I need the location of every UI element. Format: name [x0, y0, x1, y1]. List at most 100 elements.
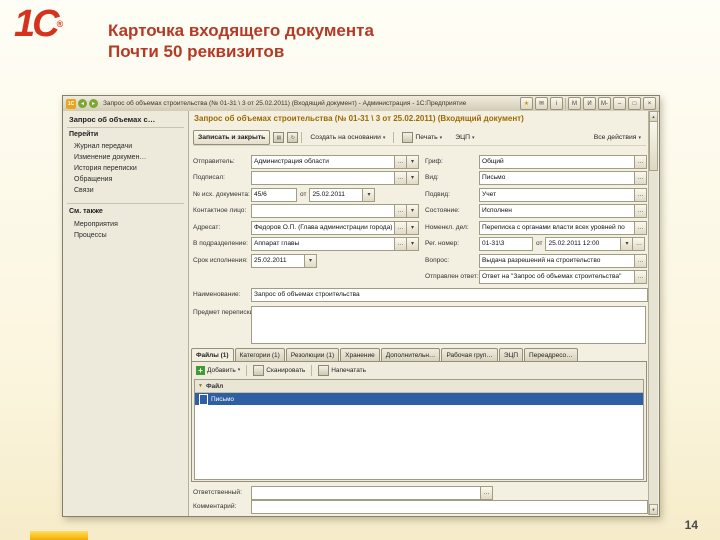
name-input[interactable]: Запрос об объемах строительства	[251, 287, 648, 302]
sender-row: Отправитель: Администрация области … ▾	[193, 154, 419, 169]
dropdown-button[interactable]: ▾	[407, 203, 419, 218]
scroll-down-button[interactable]: ▼	[649, 504, 658, 515]
kind-input[interactable]: Письмо	[479, 170, 635, 185]
sidebar-item-correspondence-history[interactable]: История переписки	[74, 165, 137, 172]
back-icon[interactable]: ◂	[78, 99, 87, 108]
signed-by-input[interactable]	[251, 170, 395, 185]
create-based-on-button[interactable]: Создать на основании ▾	[305, 130, 390, 145]
files-grid-header[interactable]: ▼ Файл	[195, 380, 643, 393]
sidebar-item-links[interactable]: Связи	[74, 187, 94, 194]
signature-button[interactable]: ЭЦП ▾	[450, 130, 479, 145]
subject-input[interactable]	[251, 306, 646, 344]
vertical-scrollbar[interactable]: ▲ ▼	[648, 111, 658, 515]
select-button[interactable]: …	[395, 236, 407, 251]
scan-button[interactable]: Сканировать	[251, 364, 307, 376]
window-titlebar[interactable]: 1С ◂ ▸ Запрос об объемах строительства (…	[63, 96, 659, 112]
state-input[interactable]: Исполнен	[479, 203, 635, 218]
print-file-button[interactable]: Напечатать	[316, 364, 368, 376]
select-button[interactable]: …	[635, 253, 647, 268]
sidebar-item-events[interactable]: Мероприятия	[74, 221, 118, 228]
question-input[interactable]: Выдача разрешений на строительство	[479, 253, 635, 268]
comment-input[interactable]	[251, 499, 648, 514]
select-button[interactable]: …	[633, 236, 646, 251]
tab-additional[interactable]: Дополнительн…	[380, 348, 441, 361]
reply-sent-input[interactable]: Ответ на "Запрос об объемах строительств…	[479, 269, 635, 284]
file-row[interactable]: Письмо	[195, 393, 643, 405]
tab-resolutions[interactable]: Резолюции (1)	[285, 348, 340, 361]
select-button[interactable]: …	[635, 203, 647, 218]
question-label: Вопрос:	[425, 257, 450, 264]
classification-input[interactable]: Общий	[479, 154, 635, 169]
tab-working-group[interactable]: Рабочая груп…	[441, 348, 498, 361]
outgoing-number-label: № исх. документа:	[193, 191, 250, 198]
responsible-input[interactable]	[251, 485, 481, 500]
calendar-dropdown-button[interactable]: ▾	[621, 236, 634, 251]
calendar-dropdown-button[interactable]: ▾	[305, 253, 317, 268]
dropdown-button[interactable]: ▾	[407, 154, 419, 169]
tab-storage[interactable]: Хранение	[340, 348, 380, 361]
logo-text: 1С	[14, 3, 60, 45]
dropdown-button[interactable]: ▾	[407, 170, 419, 185]
subkind-row: Подвид: Учет …	[425, 187, 647, 202]
department-input[interactable]: Аппарат главы	[251, 236, 395, 251]
tab-categories[interactable]: Категории (1)	[234, 348, 285, 361]
favorites-star-button[interactable]: ★	[520, 97, 533, 110]
messages-button[interactable]: ✉	[535, 97, 548, 110]
chevron-down-icon: ▾	[638, 134, 641, 141]
contact-person-input[interactable]	[251, 203, 395, 218]
info-button[interactable]: i	[550, 97, 563, 110]
chevron-down-icon: ▾	[472, 134, 475, 141]
close-button[interactable]: ×	[643, 97, 656, 110]
sidebar-item-processes[interactable]: Процессы	[74, 232, 107, 239]
registration-date-input[interactable]: 25.02.2011 12:00	[545, 236, 622, 251]
slide-title-line-1: Карточка входящего документа	[108, 21, 374, 40]
select-button[interactable]: …	[395, 203, 407, 218]
tab-forwarded[interactable]: Переадресо…	[524, 348, 578, 361]
files-panel: + Добавить ▾ Сканировать Напечатать ▼ Фа…	[191, 361, 647, 482]
menu-button[interactable]: И	[583, 97, 596, 110]
select-button[interactable]: …	[635, 269, 647, 284]
reply-sent-row: Отправлен ответ: Ответ на "Запрос об объ…	[425, 269, 647, 284]
add-file-button[interactable]: + Добавить ▾	[194, 365, 242, 375]
outgoing-date-input[interactable]: 25.02.2011	[309, 187, 364, 202]
tab-signature[interactable]: ЭЦП	[498, 348, 524, 361]
maximize-button[interactable]: □	[628, 97, 641, 110]
reply-sent-label: Отправлен ответ:	[425, 273, 479, 280]
select-button[interactable]: …	[395, 154, 407, 169]
all-actions-button[interactable]: Все действия ▾	[589, 130, 646, 145]
files-grid[interactable]: ▼ Файл Письмо	[194, 379, 644, 480]
sidebar: Запрос об объемах с… Перейти Журнал пере…	[63, 111, 189, 516]
menu-button[interactable]: М	[568, 97, 581, 110]
copy-icon[interactable]: ▤	[273, 132, 285, 143]
select-button[interactable]: …	[395, 170, 407, 185]
registration-number-input[interactable]: 01-31\3	[479, 236, 533, 251]
select-button[interactable]: …	[635, 187, 647, 202]
dropdown-button[interactable]: ▾	[407, 236, 419, 251]
sidebar-item-transfer-log[interactable]: Журнал передачи	[74, 143, 132, 150]
print-button[interactable]: Печать ▾	[397, 130, 447, 145]
addressee-input[interactable]: Федоров О.П. (Глава администрации города…	[251, 220, 395, 235]
sidebar-item-document-changes[interactable]: Изменение докумен…	[74, 154, 146, 161]
dropdown-button[interactable]: ▾	[407, 220, 419, 235]
calendar-dropdown-button[interactable]: ▾	[363, 187, 376, 202]
outgoing-number-input[interactable]: 45/6	[251, 187, 297, 202]
select-button[interactable]: …	[635, 170, 647, 185]
save-close-button[interactable]: Записать и закрыть	[193, 130, 271, 145]
scroll-thumb[interactable]	[649, 121, 658, 171]
refresh-icon[interactable]: ↻	[287, 132, 299, 143]
menu-button[interactable]: М-	[598, 97, 611, 110]
due-date-input[interactable]: 25.02.2011	[251, 253, 305, 268]
forward-icon[interactable]: ▸	[89, 99, 98, 108]
sender-input[interactable]: Администрация области	[251, 154, 395, 169]
minimize-button[interactable]: ‒	[613, 97, 626, 110]
select-button[interactable]: …	[481, 485, 493, 500]
select-button[interactable]: …	[635, 154, 647, 169]
select-button[interactable]: …	[395, 220, 407, 235]
create-based-on-label: Создать на основании	[310, 134, 381, 141]
select-button[interactable]: …	[635, 220, 647, 235]
tab-strip: Файлы (1) Категории (1) Резолюции (1) Хр…	[191, 348, 578, 361]
sidebar-item-appeals[interactable]: Обращения	[74, 176, 112, 183]
case-nomenclature-input[interactable]: Переписка с органами власти всех уровней…	[479, 220, 635, 235]
tab-files[interactable]: Файлы (1)	[191, 348, 234, 361]
subkind-input[interactable]: Учет	[479, 187, 635, 202]
